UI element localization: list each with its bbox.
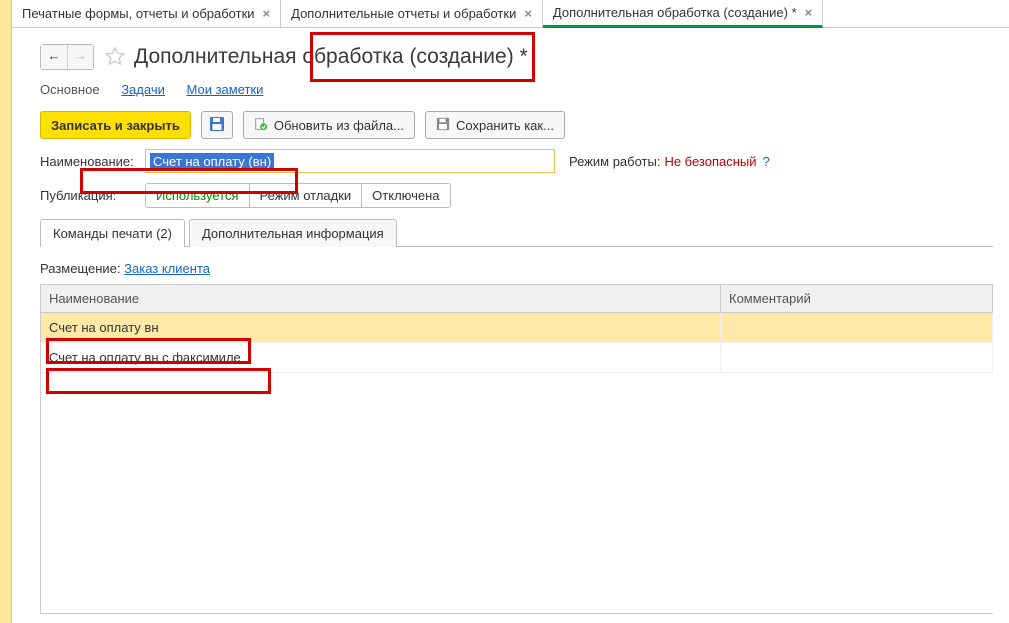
pub-option-off[interactable]: Отключена xyxy=(362,184,449,207)
publication-segmented: Используется Режим отладки Отключена xyxy=(145,183,451,208)
mode-value: Не безопасный xyxy=(664,154,756,169)
app-tab-label: Дополнительные отчеты и обработки xyxy=(291,6,516,21)
page-title: Дополнительная обработка (создание) * xyxy=(134,45,528,69)
update-from-file-button[interactable]: Обновить из файла... xyxy=(243,111,415,139)
table-row[interactable]: Счет на оплату вн с факсимиле xyxy=(41,343,993,373)
close-icon[interactable]: × xyxy=(263,6,271,21)
pub-option-used[interactable]: Используется xyxy=(146,184,250,207)
cell-comment xyxy=(721,343,993,372)
arrow-right-icon: → xyxy=(74,48,87,63)
close-icon[interactable]: × xyxy=(805,5,813,20)
pub-option-debug[interactable]: Режим отладки xyxy=(250,184,363,207)
title-bar: ← → Дополнительная обработка (создание) … xyxy=(40,44,993,70)
help-icon[interactable]: ? xyxy=(763,154,770,169)
section-tab-tasks[interactable]: Задачи xyxy=(121,82,165,97)
tab-print-commands[interactable]: Команды печати (2) xyxy=(40,219,185,247)
save-as-icon xyxy=(436,117,450,134)
tab-additional-info[interactable]: Дополнительная информация xyxy=(189,219,397,247)
favorite-star-icon[interactable] xyxy=(104,46,126,68)
cell-name: Счет на оплату вн xyxy=(41,313,721,342)
app-tab-label: Дополнительная обработка (создание) * xyxy=(553,5,797,20)
floppy-icon xyxy=(209,116,225,135)
nav-back-button[interactable]: ← xyxy=(41,45,67,69)
name-value-selected: Счет на оплату (вн) xyxy=(150,153,274,170)
mode-label: Режим работы: xyxy=(569,154,660,169)
cell-name: Счет на оплату вн с факсимиле xyxy=(41,343,721,372)
arrow-left-icon: ← xyxy=(48,48,61,63)
app-tab-additional-reports[interactable]: Дополнительные отчеты и обработки × xyxy=(281,0,543,27)
refresh-file-icon xyxy=(254,117,268,134)
save-and-close-button[interactable]: Записать и закрыть xyxy=(40,111,191,139)
page-body: ← → Дополнительная обработка (создание) … xyxy=(12,28,1009,623)
button-label: Сохранить как... xyxy=(456,118,554,133)
close-icon[interactable]: × xyxy=(524,6,532,21)
save-button[interactable] xyxy=(201,111,233,139)
name-label: Наименование: xyxy=(40,154,145,169)
section-tab-main[interactable]: Основное xyxy=(40,82,100,97)
button-label: Обновить из файла... xyxy=(274,118,404,133)
button-label: Записать и закрыть xyxy=(51,118,180,133)
row-publication: Публикация: Используется Режим отладки О… xyxy=(40,183,993,208)
row-name: Наименование: Счет на оплату (вн) Режим … xyxy=(40,149,993,173)
app-tab-additional-processing[interactable]: Дополнительная обработка (создание) * × xyxy=(543,0,823,28)
placement-label: Размещение: xyxy=(40,261,121,276)
grid-body: Счет на оплату вн Счет на оплату вн с фа… xyxy=(41,313,993,613)
app-tab-print-forms[interactable]: Печатные формы, отчеты и обработки × xyxy=(12,0,281,27)
placement-value-link[interactable]: Заказ клиента xyxy=(124,261,210,276)
inner-tabs: Команды печати (2) Дополнительная информ… xyxy=(40,218,993,247)
nav-buttons: ← → xyxy=(40,44,94,70)
cell-comment xyxy=(721,313,993,342)
col-header-name[interactable]: Наименование xyxy=(41,285,721,312)
left-sidebar-sliver xyxy=(0,0,12,623)
save-as-button[interactable]: Сохранить как... xyxy=(425,111,565,139)
section-tabs: Основное Задачи Мои заметки xyxy=(40,82,993,97)
toolbar: Записать и закрыть Обновить из файла... … xyxy=(40,111,993,139)
section-tab-notes[interactable]: Мои заметки xyxy=(186,82,263,97)
app-tab-label: Печатные формы, отчеты и обработки xyxy=(22,6,255,21)
commands-grid: Наименование Комментарий Счет на оплату … xyxy=(40,284,993,614)
name-input[interactable]: Счет на оплату (вн) xyxy=(145,149,555,173)
nav-forward-button[interactable]: → xyxy=(67,45,93,69)
grid-header: Наименование Комментарий xyxy=(41,285,993,313)
publication-label: Публикация: xyxy=(40,188,145,203)
col-header-comment[interactable]: Комментарий xyxy=(721,285,993,312)
table-row[interactable]: Счет на оплату вн xyxy=(41,313,993,343)
placement-row: Размещение: Заказ клиента xyxy=(40,261,993,276)
app-tabs: Печатные формы, отчеты и обработки × Доп… xyxy=(0,0,1009,28)
